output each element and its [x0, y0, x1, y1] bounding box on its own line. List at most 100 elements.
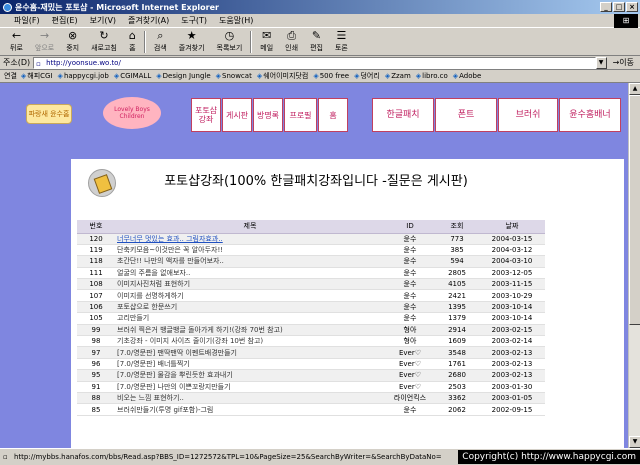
table-row[interactable]: 99 브러쉬 찍은거 뱅글뱅글 돌아가게 하기!(강좌 70번 참고) 형아 2914…	[77, 324, 545, 337]
close-button[interactable]: ×	[626, 2, 638, 12]
nav-right-0[interactable]: 한글패치	[372, 98, 434, 132]
link-item-3[interactable]: ◈ Design Jungle	[156, 72, 210, 80]
address-input[interactable]: ▫ http://yoonsue.wo.to/	[33, 56, 596, 69]
toolbar-button-5[interactable]: ⌕ 검색	[148, 29, 173, 55]
nav-left-0[interactable]: 포토샵 강좌	[191, 98, 221, 132]
cell-subject[interactable]: 브러쉬만들기(투명 gif포함)-그림	[115, 403, 385, 416]
toolbar-separator	[250, 30, 253, 53]
nav-left-1[interactable]: 게시판	[222, 98, 252, 132]
address-dropdown-button[interactable]: ▼	[595, 56, 607, 69]
table-row[interactable]: 120 너무너무 멋있는 효과.. 그림자효과.. 윤수 773 2004-03-15	[77, 233, 545, 245]
menu-item-3[interactable]: 즐겨찾기(A)	[122, 15, 175, 26]
cell-date: 2004-03-10	[479, 255, 545, 268]
cell-subject[interactable]: 포토샵으로 한문쓰기	[115, 301, 385, 314]
table-row[interactable]: 97 [7.0/영문판] 팬딱팬딱 이펜트배경만들기 Ever♡ 3548 2003-0…	[77, 346, 545, 359]
toolbar-button-4[interactable]: ⌂ 홈	[123, 29, 142, 55]
link-item-1[interactable]: ◈ happycgi.job	[58, 72, 109, 80]
cell-date: 2003-02-13	[479, 346, 545, 359]
menu-item-2[interactable]: 보기(V)	[84, 15, 122, 26]
link-item-5[interactable]: ◈ 쉐어이미지닷컴	[257, 71, 308, 81]
address-bar: 주소(D) ▫ http://yoonsue.wo.to/ ▼ →이동	[0, 56, 640, 70]
cell-subject[interactable]: [7.0/영문판] 물감을 뿌린듯한 효과내기	[115, 369, 385, 382]
link-item-2[interactable]: ◈ CGIMALL	[114, 72, 151, 80]
cell-subject[interactable]: 이미지를 선명하게하기	[115, 289, 385, 302]
cell-subject[interactable]: 기초강좌 - 이미지 사이즈 줄이기(강좌 10번 참고)	[115, 335, 385, 348]
toolbar-button-6[interactable]: ★ 즐겨찾기	[173, 29, 211, 55]
cell-subject[interactable]: [7.0/영문판] 팬딱팬딱 이펜트배경만들기	[115, 346, 385, 359]
menu-bar: 파일(F) 편집(E) 보기(V) 즐겨찾기(A) 도구(T) 도움말(H)	[0, 14, 640, 28]
toolbar-button-3[interactable]: ↻ 새로고침	[85, 29, 123, 55]
status-bar: ▫ http://mybbs.hanafos.com/bbs/Read.asp?…	[0, 448, 640, 465]
scroll-down-button[interactable]: ▼	[629, 436, 640, 448]
menu-item-1[interactable]: 편집(E)	[46, 15, 84, 26]
cell-subject[interactable]: 이미지사진처럼 표현하기	[115, 278, 385, 291]
cell-num: 107	[77, 289, 115, 302]
toolbar-button-2[interactable]: ⊗ 중지	[60, 29, 85, 55]
board-panel: 포토샵강좌(100% 한글패치강좌입니다 -질문은 게시판) 번호 제목 ID …	[71, 159, 624, 448]
toolbar-button-10[interactable]: ✎ 편집	[304, 29, 329, 55]
cell-subject[interactable]: 얼굴의 주름을 없애보자..	[115, 267, 385, 280]
toolbar-button-8[interactable]: ✉ 메일	[254, 29, 279, 55]
table-row[interactable]: 88 비오는 느낌 표현하기.. 라이언킥스 3362 2003-01-05	[77, 392, 545, 405]
toolbar-icon-6: ★	[186, 29, 197, 42]
table-row[interactable]: 108 이미지사진처럼 표현하기 윤수 4105 2003-11-15	[77, 278, 545, 291]
table-row[interactable]: 85 브러쉬만들기(투명 gif포함)-그림 윤수 2062 2002-09-15	[77, 403, 545, 416]
nav-right-3[interactable]: 윤수홈배너	[559, 98, 621, 132]
link-item-6[interactable]: ◈ 500 free	[313, 72, 349, 80]
cell-num: 120	[77, 233, 115, 245]
toolbar-button-0[interactable]: ← 뒤로	[4, 29, 29, 55]
link-item-8[interactable]: ◈ Zzam	[385, 72, 411, 80]
cell-subject[interactable]: 너무너무 멋있는 효과.. 그림자효과..	[115, 233, 385, 245]
cell-date: 2003-10-14	[479, 301, 545, 314]
cell-subject[interactable]: 비오는 느낌 표현하기..	[115, 392, 385, 405]
vertical-scrollbar[interactable]: ▲ ▼	[628, 83, 640, 448]
toolbar-button-11[interactable]: ☰ 토론	[329, 29, 354, 55]
cell-subject[interactable]: 초간단!! 나만의 액자를 만들어보자..	[115, 255, 385, 268]
table-row[interactable]: 98 기초강좌 - 이미지 사이즈 줄이기(강좌 10번 참고) 형아 1609 200…	[77, 335, 545, 348]
table-row[interactable]: 107 이미지를 선명하게하기 윤수 2421 2003-10-29	[77, 289, 545, 302]
cell-date: 2003-02-13	[479, 358, 545, 371]
link-item-0[interactable]: ◈ 해피CGI	[21, 71, 53, 81]
table-row[interactable]: 119 단축키모음~이것만은 꼭 알아두자!! 윤수 385 2004-03-12	[77, 244, 545, 257]
scroll-thumb[interactable]	[629, 95, 640, 325]
link-item-7[interactable]: ◈ 덩어리	[354, 71, 380, 81]
toolbar-icon-3: ↻	[99, 29, 109, 42]
table-row[interactable]: 105 고리만들기 윤수 1379 2003-10-14	[77, 312, 545, 325]
table-row[interactable]: 111 얼굴의 주름을 없애보자.. 윤수 2805 2003-12-05	[77, 267, 545, 280]
link-page-icon: ◈	[20, 72, 27, 80]
cell-id: 라이언킥스	[385, 392, 435, 405]
toolbar-button-7[interactable]: ◷ 목록보기	[211, 29, 249, 55]
menu-item-0[interactable]: 파일(F)	[8, 15, 46, 26]
minimize-button[interactable]: _	[600, 2, 612, 12]
nav-left-4[interactable]: 홈	[318, 98, 348, 132]
link-page-icon: ◈	[354, 72, 360, 80]
go-button[interactable]: →이동	[607, 57, 640, 68]
nav-right-2[interactable]: 브러쉬	[498, 98, 558, 132]
cell-subject[interactable]: 고리만들기	[115, 312, 385, 325]
table-row[interactable]: 95 [7.0/영문판] 물감을 뿌린듯한 효과내기 Ever♡ 2680 2003-0…	[77, 369, 545, 382]
toolbar-label-2: 중지	[66, 44, 80, 52]
cell-subject[interactable]: 브러쉬 찍은거 뱅글뱅글 돌아가게 하기!(강좌 70번 참고)	[115, 324, 385, 337]
nav-left-2[interactable]: 방명록	[253, 98, 283, 132]
kids-logo[interactable]: Lovely Boys Children	[103, 97, 161, 129]
nav-left-3[interactable]: 프로필	[284, 98, 317, 132]
link-item-9[interactable]: ◈ libro.co	[416, 72, 448, 80]
toolbar-button-9[interactable]: ⎙ 인쇄	[279, 29, 304, 55]
maximize-button[interactable]: □	[613, 2, 625, 12]
menu-item-4[interactable]: 도구(T)	[175, 15, 213, 26]
site-logo[interactable]: 파랑새 윤수홈	[26, 104, 72, 124]
table-row[interactable]: 118 초간단!! 나만의 액자를 만들어보자.. 윤수 594 2004-03-10	[77, 255, 545, 268]
table-row[interactable]: 91 [7.0/영문판] 나만의 이쁜꼬랑지만들기 Ever♡ 2503 2003-01…	[77, 381, 545, 393]
menu-item-5[interactable]: 도움말(H)	[213, 15, 259, 26]
scroll-up-button[interactable]: ▲	[629, 83, 640, 95]
table-row[interactable]: 96 [7.0/영문판] 배너틀찍기 Ever♡ 1761 2003-02-13	[77, 358, 545, 371]
link-page-icon: ◈	[256, 72, 263, 80]
nav-right-1[interactable]: 폰트	[435, 98, 497, 132]
link-item-4[interactable]: ◈ Snowcat	[216, 72, 252, 80]
toolbar-button-1[interactable]: → 앞으로	[29, 29, 60, 55]
table-row[interactable]: 106 포토샵으로 한문쓰기 윤수 1395 2003-10-14	[77, 301, 545, 314]
cell-subject[interactable]: [7.0/영문판] 배너틀찍기	[115, 358, 385, 371]
link-item-10[interactable]: ◈ Adobe	[453, 72, 482, 80]
cell-subject[interactable]: [7.0/영문판] 나만의 이쁜꼬랑지만들기	[115, 381, 385, 393]
cell-subject[interactable]: 단축키모음~이것만은 꼭 알아두자!!	[115, 244, 385, 257]
